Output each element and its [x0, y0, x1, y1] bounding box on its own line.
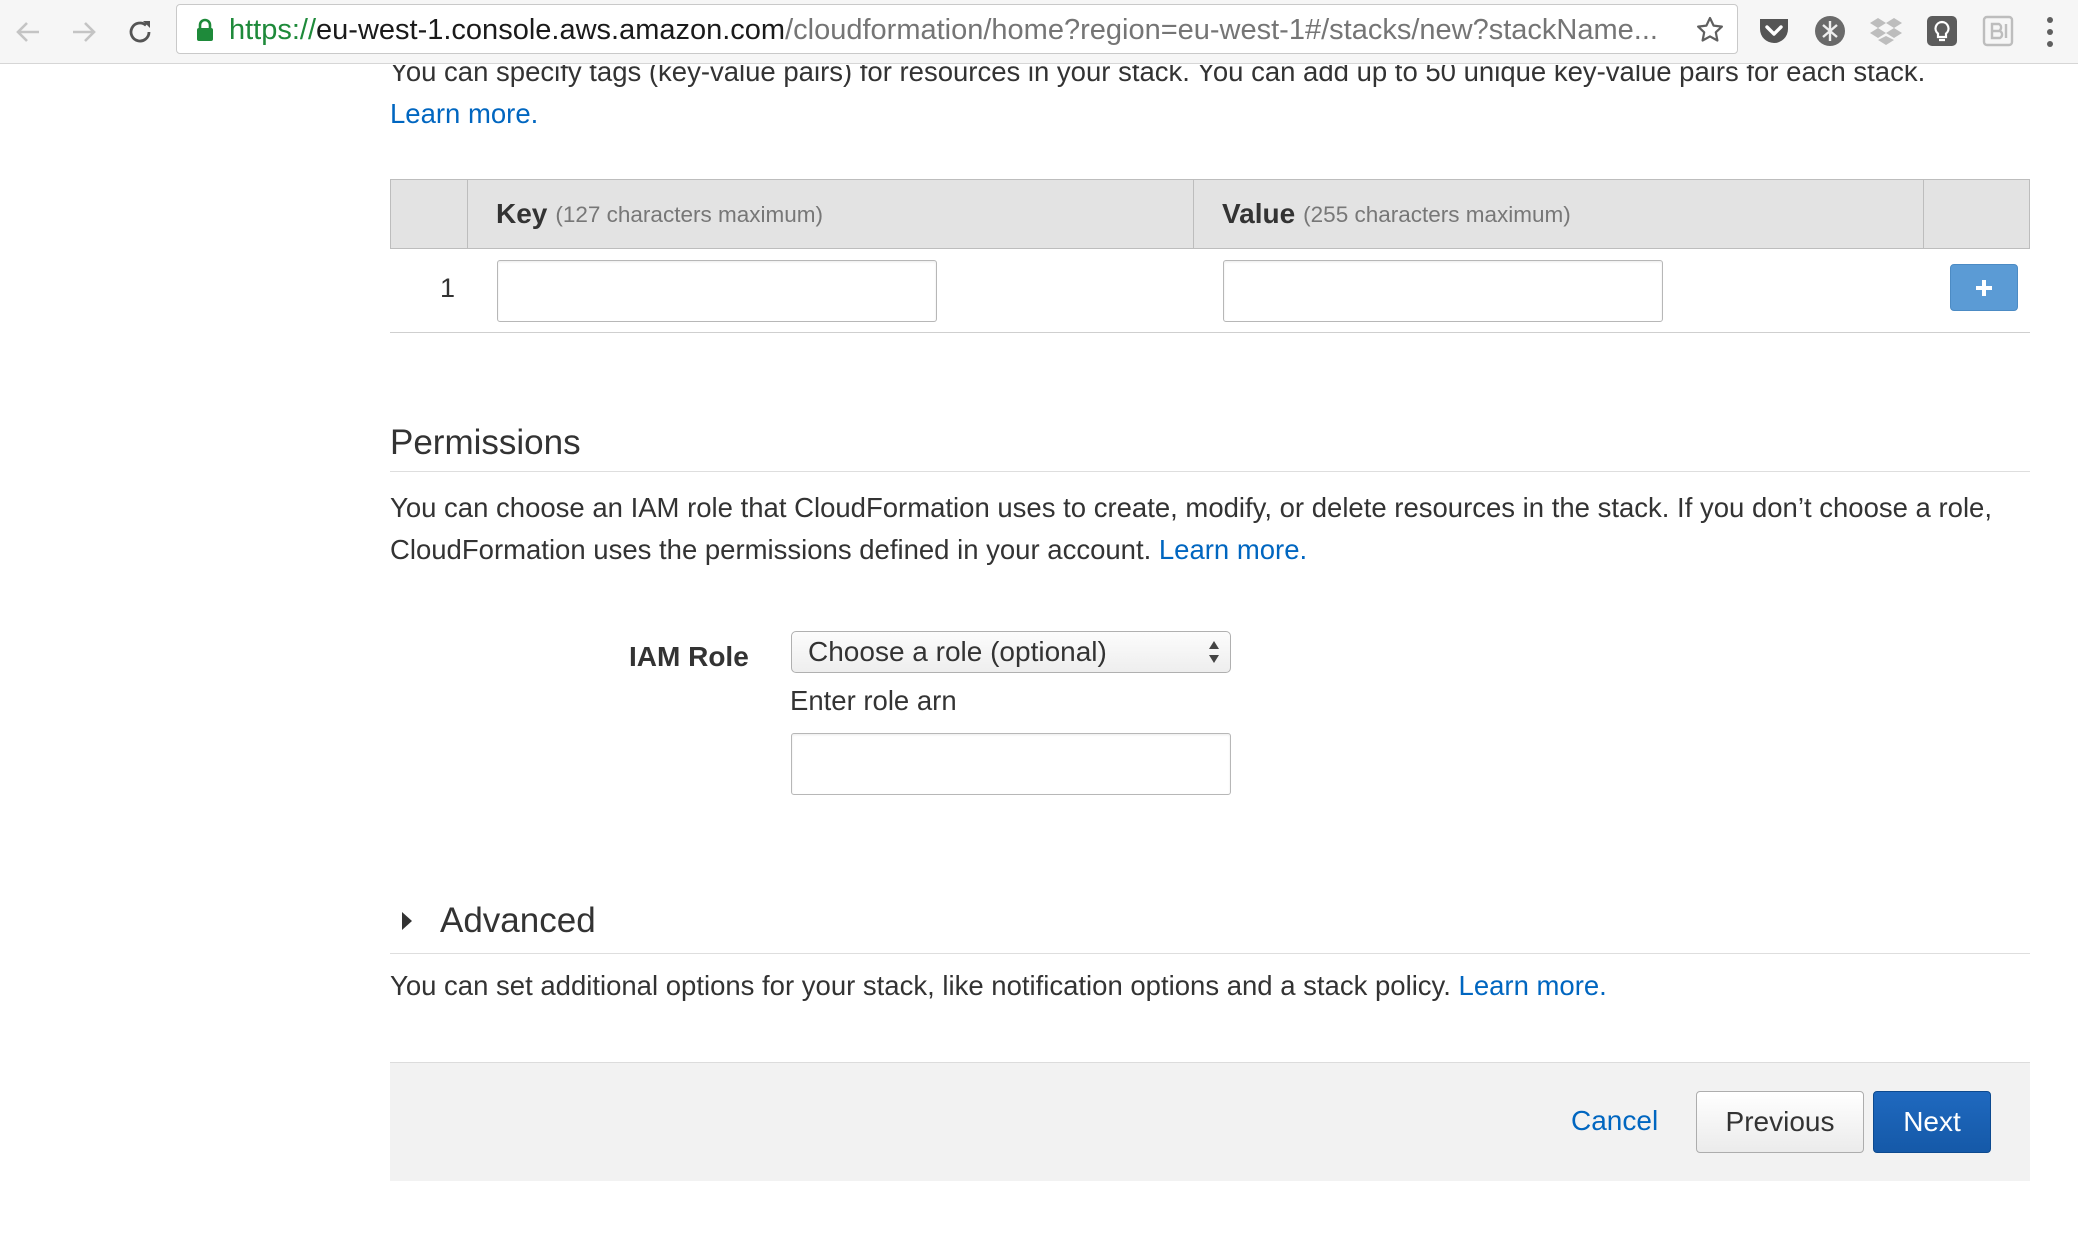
select-arrows-icon	[1209, 641, 1219, 663]
advanced-title: Advanced	[440, 901, 596, 940]
value-header-title: Value	[1222, 198, 1296, 229]
wizard-footer: Cancel Previous Next	[390, 1062, 2030, 1181]
bookmark-star-icon[interactable]	[1695, 15, 1725, 45]
advanced-toggle[interactable]: Advanced	[400, 901, 596, 941]
next-button[interactable]: Next	[1873, 1091, 1991, 1153]
iam-role-select[interactable]: Choose a role (optional)	[791, 631, 1231, 673]
permissions-title: Permissions	[390, 423, 581, 462]
url-scheme: https://	[229, 14, 317, 46]
url-path: /cloudformation/home?region=eu-west-1#/s…	[785, 14, 1658, 46]
caret-right-icon	[402, 912, 412, 930]
back-arrow-icon	[16, 22, 39, 42]
actions-column-header	[1923, 180, 2029, 248]
tags-description-text: You can specify tags (key-value pairs) f…	[390, 65, 1926, 87]
lightbulb-extension-icon[interactable]	[1924, 13, 1960, 49]
key-header-hint: (127 characters maximum)	[555, 202, 823, 227]
browser-menu-icon[interactable]	[2040, 12, 2060, 52]
lock-icon	[197, 18, 213, 41]
advanced-learn-more-link[interactable]: Learn more.	[1459, 970, 1607, 1001]
permissions-learn-more-link[interactable]: Learn more.	[1159, 534, 1307, 565]
tag-value-input[interactable]	[1223, 260, 1663, 322]
iam-role-select-value: Choose a role (optional)	[808, 636, 1107, 667]
forward-arrow-icon	[73, 22, 96, 42]
value-header-hint: (255 characters maximum)	[1303, 202, 1571, 227]
advanced-description-text: You can set additional options for your …	[390, 970, 1451, 1001]
key-column-header: Key (127 characters maximum)	[467, 180, 1193, 248]
page-content: You can specify tags (key-value pairs) f…	[0, 65, 2078, 1236]
key-header-title: Key	[496, 198, 548, 229]
plus-icon	[1976, 279, 1992, 296]
cancel-button[interactable]: Cancel	[1571, 1105, 1658, 1137]
pocket-icon[interactable]	[1756, 13, 1792, 49]
permissions-divider	[390, 471, 2030, 472]
advanced-divider	[390, 953, 2030, 954]
reload-icon	[129, 21, 151, 43]
permissions-description: You can choose an IAM role that CloudFor…	[390, 487, 2030, 571]
add-tag-button[interactable]	[1950, 264, 2018, 311]
tags-table: Key (127 characters maximum) Value (255 …	[390, 179, 2030, 333]
back-button[interactable]	[6, 10, 50, 54]
address-bar[interactable]: https://eu-west-1.console.aws.amazon.com…	[176, 4, 1738, 54]
bitly-extension-icon[interactable]	[1980, 13, 2016, 49]
table-row: 1	[390, 249, 2030, 333]
tags-table-header: Key (127 characters maximum) Value (255 …	[390, 179, 2030, 249]
tags-description: You can specify tags (key-value pairs) f…	[390, 65, 2050, 135]
role-arn-input[interactable]	[791, 733, 1231, 795]
tag-key-input[interactable]	[497, 260, 937, 322]
previous-button[interactable]: Previous	[1696, 1091, 1864, 1153]
role-arn-label: Enter role arn	[790, 685, 957, 716]
url-host: eu-west-1.console.aws.amazon.com	[316, 14, 786, 46]
reload-button[interactable]	[118, 10, 162, 54]
tags-learn-more-link[interactable]: Learn more.	[390, 98, 538, 129]
iam-role-label: IAM Role	[629, 641, 749, 672]
value-column-header: Value (255 characters maximum)	[1193, 180, 1923, 248]
bug-extension-icon[interactable]	[1812, 13, 1848, 49]
url-text: https://eu-west-1.console.aws.amazon.com…	[229, 14, 1669, 46]
dropbox-icon[interactable]	[1868, 13, 1904, 49]
advanced-description: You can set additional options for your …	[390, 965, 2030, 1007]
browser-toolbar: https://eu-west-1.console.aws.amazon.com…	[0, 0, 2078, 64]
row-number: 1	[440, 273, 456, 303]
forward-button[interactable]	[62, 10, 106, 54]
